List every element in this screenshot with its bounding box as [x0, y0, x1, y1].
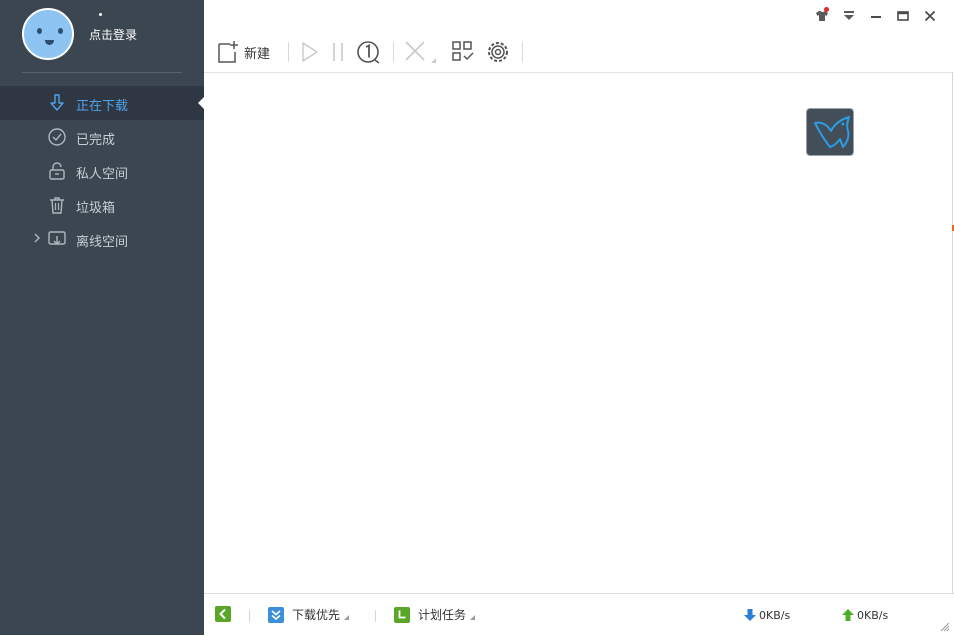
upload-speed-arrow-icon [842, 609, 854, 621]
pause-icon [333, 43, 343, 61]
upload-speed-value: 0KB/s [857, 608, 889, 622]
check-circle-icon [48, 128, 66, 146]
download-priority-button[interactable]: 下载优先 [268, 606, 350, 623]
statusbar-separator [375, 610, 376, 622]
status-dot [99, 13, 102, 16]
toolbar-separator [522, 42, 523, 62]
scheduled-task-button[interactable]: 计划任务 [394, 606, 476, 623]
toolbar-separator [288, 42, 289, 62]
download-speed: 0KB/s [743, 608, 790, 622]
download-speed-arrow-icon [744, 609, 756, 621]
priority-chevron-icon [268, 606, 284, 623]
sidebar-item-label: 离线空间 [76, 235, 129, 250]
notification-dot [824, 7, 829, 12]
download-priority-label: 下载优先 [292, 608, 341, 622]
menu-button[interactable] [838, 7, 859, 25]
new-file-icon [218, 41, 238, 63]
maximize-button[interactable] [892, 7, 913, 25]
resize-grip-icon[interactable] [940, 622, 950, 632]
play-icon [302, 42, 318, 62]
upload-speed: 0KB/s [841, 608, 888, 622]
sidebar-nav: 正在下载 已完成 私人空间 垃圾箱 离线空间 [0, 86, 204, 256]
chevron-right-icon[interactable] [32, 231, 42, 245]
collapse-sidebar-button[interactable] [215, 606, 231, 622]
pause-button[interactable] [331, 38, 345, 66]
toolbar: 新建 [204, 34, 954, 73]
statusbar-separator [249, 610, 250, 622]
sidebar-item-completed[interactable]: 已完成 [0, 120, 204, 154]
window-controls [811, 7, 940, 25]
sidebar-item-label: 已完成 [76, 133, 116, 148]
toolbar-separator [393, 42, 394, 62]
sidebar: 点击登录 正在下载 已完成 私人空间 垃圾箱 离线空间 [0, 0, 204, 635]
dropdown-menu-icon [843, 11, 854, 20]
sidebar-item-offline-space[interactable]: 离线空间 [0, 222, 204, 256]
sidebar-item-trash[interactable]: 垃圾箱 [0, 188, 204, 222]
skin-button[interactable] [811, 7, 832, 25]
sidebar-item-private-space[interactable]: 私人空间 [0, 154, 204, 188]
sidebar-item-downloading[interactable]: 正在下载 [0, 86, 204, 120]
dropdown-triangle-icon [470, 615, 476, 620]
green-back-arrow-icon [215, 606, 231, 622]
batch-manage-button[interactable] [451, 38, 477, 66]
download-speed-value: 0KB/s [759, 608, 791, 622]
new-task-button[interactable]: 新建 [217, 38, 270, 66]
floating-window-button[interactable] [806, 108, 854, 156]
avatar-mouth [45, 40, 54, 45]
sidebar-item-label: 正在下载 [76, 99, 129, 114]
close-button[interactable] [919, 7, 940, 25]
avatar[interactable] [22, 8, 74, 60]
settings-button[interactable] [485, 38, 511, 66]
avatar-eye-left [37, 28, 42, 34]
close-icon [924, 10, 935, 22]
grid-check-icon [452, 41, 474, 61]
sidebar-divider [22, 72, 182, 73]
main-panel: 新建 下载优先 计划任务 0KB/s 0KB/s [204, 0, 954, 636]
sidebar-item-label: 私人空间 [76, 167, 129, 182]
new-task-label: 新建 [244, 46, 271, 62]
scheduled-task-label: 计划任务 [418, 608, 467, 622]
dropdown-triangle-icon [344, 615, 350, 620]
download-arrow-icon [50, 94, 64, 111]
delete-button[interactable] [403, 38, 439, 66]
maximize-icon [896, 11, 909, 21]
minimize-button[interactable] [865, 7, 886, 25]
gear-icon [488, 42, 508, 62]
schedule-clock-icon [394, 606, 410, 623]
avatar-eye-right [58, 28, 63, 34]
sidebar-item-label: 垃圾箱 [76, 201, 116, 216]
thunder-bird-logo-icon [814, 116, 850, 148]
cloud-download-icon [48, 231, 66, 245]
login-link[interactable]: 点击登录 [89, 26, 137, 43]
unlock-icon [49, 162, 65, 180]
status-bar: 下载优先 计划任务 0KB/s 0KB/s [204, 593, 954, 636]
delete-x-icon [405, 41, 436, 63]
trash-icon [50, 197, 64, 214]
download-list-area [204, 73, 953, 593]
minimize-icon [870, 16, 881, 18]
speed-limit-button[interactable] [355, 38, 381, 66]
speed-limit-icon [357, 41, 380, 64]
start-button[interactable] [300, 38, 320, 66]
